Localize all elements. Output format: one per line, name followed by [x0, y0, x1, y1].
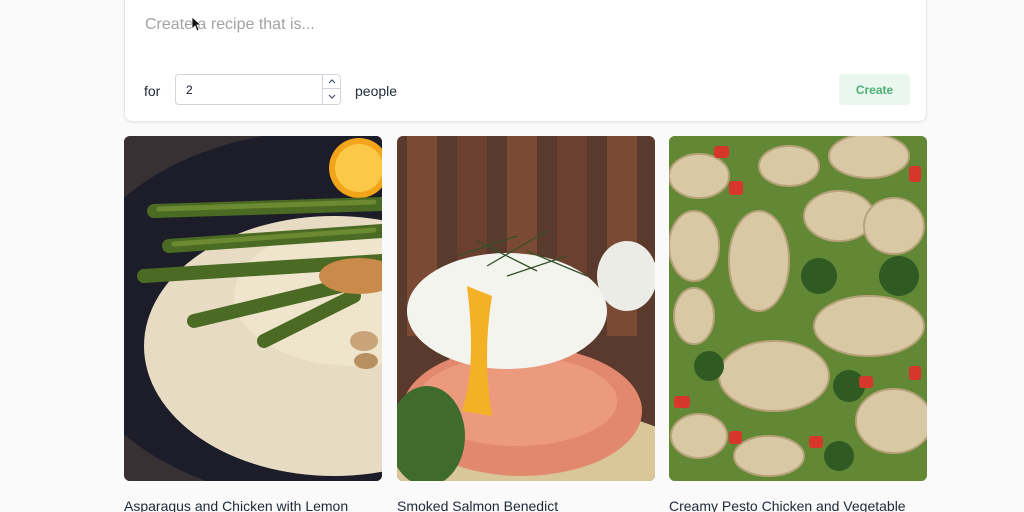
servings-stepper[interactable]: 2 [175, 74, 341, 105]
recipe-image[interactable] [397, 136, 655, 481]
create-button[interactable]: Create [839, 74, 910, 105]
recipe-image[interactable] [124, 136, 382, 481]
recipe-card[interactable]: Creamy Pesto Chicken and Vegetable [669, 136, 927, 512]
chevron-down-icon[interactable] [323, 89, 340, 103]
stepper-buttons [322, 75, 340, 104]
chevron-up-icon[interactable] [323, 75, 340, 89]
recipe-title[interactable]: Smoked Salmon Benedict [397, 498, 667, 512]
recipe-card[interactable]: Smoked Salmon Benedict [397, 136, 655, 512]
for-label: for [144, 83, 161, 99]
servings-value[interactable]: 2 [186, 83, 193, 97]
recipe-title[interactable]: Creamy Pesto Chicken and Vegetable [669, 498, 939, 512]
recipe-prompt-input[interactable] [145, 11, 905, 39]
mouse-cursor-icon [191, 16, 201, 32]
recipe-image[interactable] [669, 136, 927, 481]
people-label: people [355, 83, 398, 99]
recipe-title[interactable]: Asparagus and Chicken with Lemon [124, 498, 394, 512]
recipe-composer: for 2 people Create [124, 0, 927, 122]
recipe-card[interactable]: Asparagus and Chicken with Lemon [124, 136, 382, 512]
